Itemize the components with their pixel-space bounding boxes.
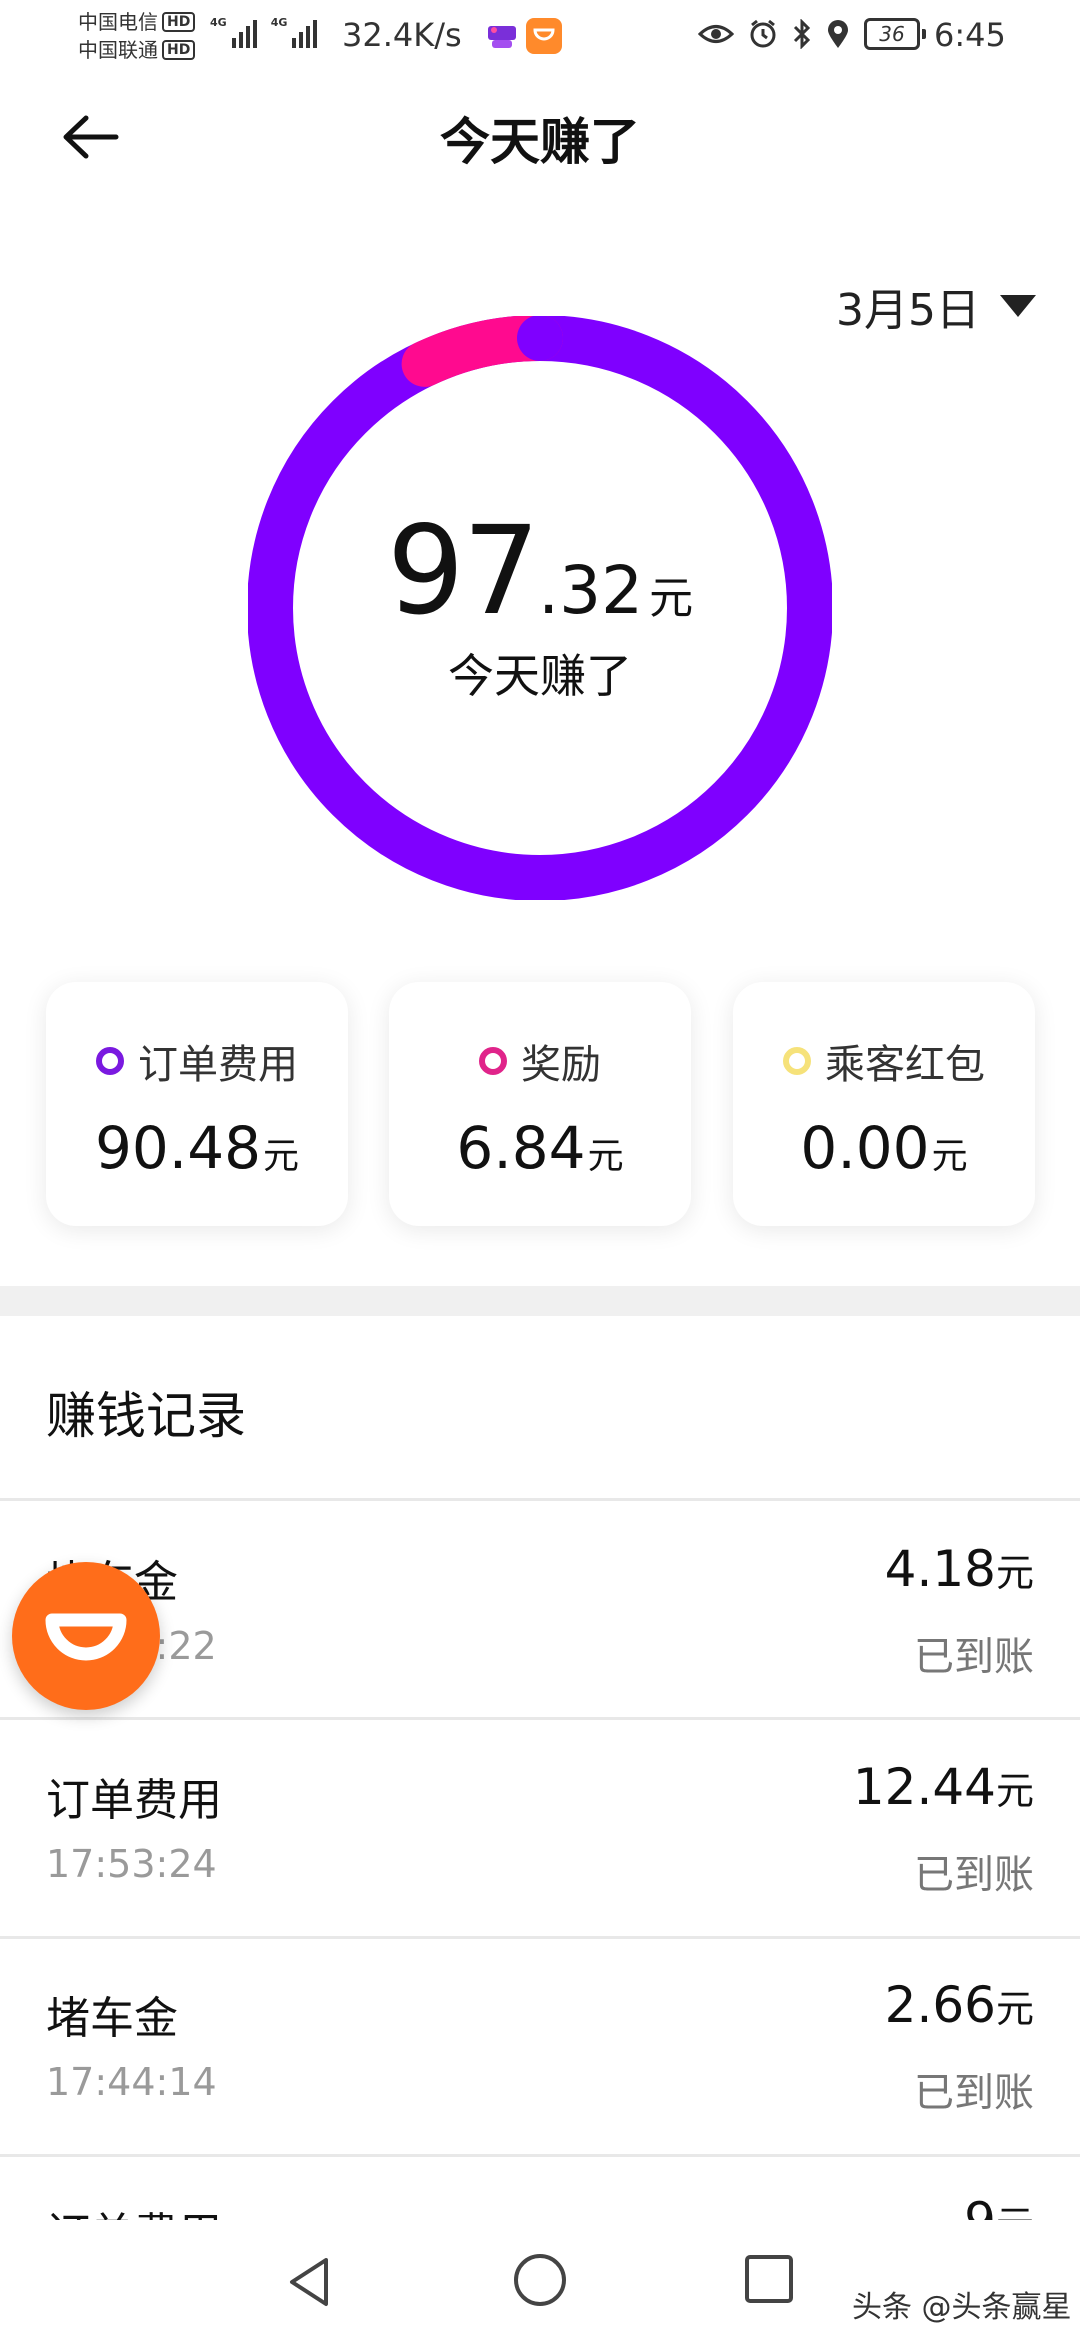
card-value: 0.00 xyxy=(800,1114,930,1182)
date-value: 3月5日 xyxy=(836,285,980,336)
app-notification-icon xyxy=(488,26,516,48)
record-amount: 4.18元 xyxy=(884,1540,1034,1598)
card-dot xyxy=(783,1047,811,1075)
ring-label: 今天赚了 xyxy=(448,649,632,703)
record-time: 17:44:14 xyxy=(46,2060,217,2104)
hd-badge: HD xyxy=(162,12,196,32)
record-row[interactable] xyxy=(0,1720,1080,1936)
carrier-1: 中国电信 xyxy=(78,10,158,34)
alarm-icon xyxy=(750,19,776,48)
card-value: 90.48 xyxy=(94,1114,262,1182)
divider xyxy=(0,2154,1080,2157)
amount-decimal: .32 xyxy=(538,552,644,629)
card-unit: 元 xyxy=(587,1136,624,1177)
didi-notification-icon xyxy=(526,18,562,54)
dropdown-triangle-icon xyxy=(1000,295,1036,317)
card-dot xyxy=(479,1047,507,1075)
didi-floating-button[interactable] xyxy=(12,1562,160,1710)
bluetooth-icon xyxy=(793,19,811,49)
total-amount: 97.32 元 xyxy=(248,500,832,642)
card-dot xyxy=(96,1047,124,1075)
nav-home-icon[interactable] xyxy=(512,2252,568,2308)
ring-segment-cap xyxy=(517,316,563,361)
amount-unit: 元 xyxy=(649,573,694,624)
system-icons: 36 xyxy=(698,18,926,50)
card-label: 订单费用 xyxy=(138,1042,298,1088)
record-time: 17:53:24 xyxy=(46,1842,217,1886)
watermark: 头条 @头条赢星 xyxy=(852,2290,1072,2325)
battery-icon: 36 xyxy=(864,18,926,50)
signal-icon: 4G xyxy=(271,16,318,48)
record-status: 已到账 xyxy=(914,2070,1034,2116)
signal-icon: 4G xyxy=(210,16,257,48)
record-status: 已到账 xyxy=(914,1852,1034,1898)
location-icon xyxy=(828,20,848,48)
record-amount: 2.66元 xyxy=(884,1976,1034,2034)
clock: 6:45 xyxy=(934,16,1006,54)
card-unit: 元 xyxy=(263,1136,300,1177)
record-title: 堵车金 xyxy=(46,1993,178,2044)
card-value: 6.84 xyxy=(456,1114,586,1182)
hd-badge: HD xyxy=(162,40,196,60)
card-reward[interactable]: 奖励 6.84元 xyxy=(389,982,691,1226)
net-speed: 32.4K/s xyxy=(342,16,462,54)
page-title: 今天赚了 xyxy=(440,113,640,171)
record-row[interactable] xyxy=(0,1939,1080,2155)
record-status: 已到账 xyxy=(914,1634,1034,1680)
signal-icons: 4G 4G xyxy=(210,16,318,48)
nav-back-icon[interactable] xyxy=(282,2254,338,2310)
didi-logo-icon xyxy=(45,1613,127,1661)
amount-integer: 97 xyxy=(386,500,540,642)
record-title: 订单费用 xyxy=(46,1775,222,1826)
card-unit: 元 xyxy=(931,1136,968,1177)
date-selector[interactable]: 3月5日 xyxy=(836,274,1036,338)
status-bar: 中国电信 HD 中国联通 HD 4G 4G 32.4K/s 36 6:45 xyxy=(0,0,1080,78)
records-title: 赚钱记录 xyxy=(46,1387,246,1445)
card-order-fee[interactable]: 订单费用 90.48元 xyxy=(46,982,348,1226)
nav-recent-icon[interactable] xyxy=(744,2254,794,2304)
section-divider xyxy=(0,1286,1080,1316)
carrier-info: 中国电信 HD 中国联通 HD xyxy=(78,8,196,64)
card-label: 奖励 xyxy=(521,1042,601,1088)
carrier-2: 中国联通 xyxy=(78,38,158,62)
record-amount: 12.44元 xyxy=(852,1758,1034,1816)
eye-icon xyxy=(698,25,734,43)
card-label: 乘客红包 xyxy=(825,1042,985,1088)
card-passenger-redpacket[interactable]: 乘客红包 0.00元 xyxy=(733,982,1035,1226)
